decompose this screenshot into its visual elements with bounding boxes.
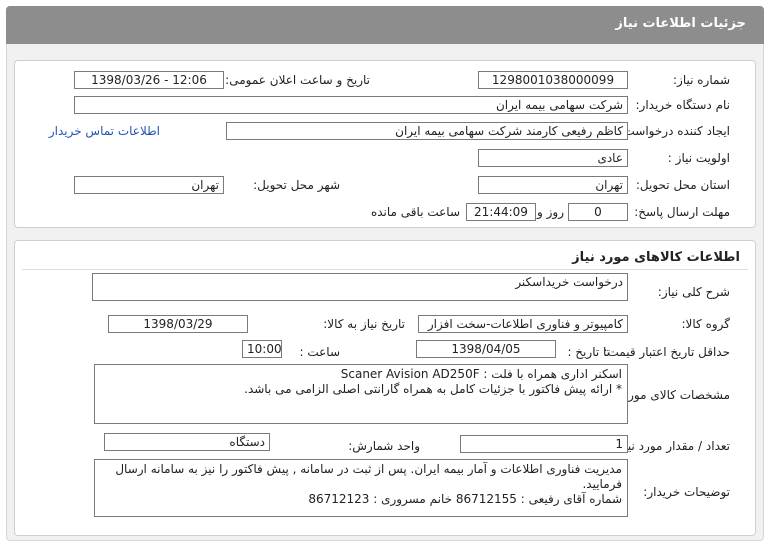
summary-field[interactable]: درخواست خریداسکنر [92, 273, 628, 301]
notes-line-2: شماره آقای رفیعی : 86712155 خانم مسروری … [308, 492, 622, 506]
city-label: شهر محل تحویل: [253, 178, 340, 192]
priority-label: اولویت نیاز : [667, 151, 730, 165]
notes-label: توضیحات خریدار: [643, 485, 730, 499]
validity-time-label: ساعت : [299, 345, 340, 359]
notes-line-1: مدیریت فناوری اطلاعات و آمار بیمه ایران.… [115, 462, 622, 491]
group-field[interactable]: کامپیوتر و فناوری اطلاعات-سخت افزار [418, 315, 628, 333]
validity-date-field[interactable]: 1398/04/05 [416, 340, 556, 358]
buyer-contact-link[interactable]: اطلاعات تماس خریدار [49, 124, 160, 138]
specs-line-1: اسکنر اداری همراه با فلت : Scaner Avisio… [340, 367, 622, 381]
days-field[interactable]: 0 [568, 203, 628, 221]
buyer-org-field[interactable]: شرکت سهامی بیمه ایران [74, 96, 628, 114]
group-label: گروه کالا: [681, 317, 731, 331]
need-number-field[interactable]: 1298001038000099 [478, 71, 628, 89]
province-field[interactable]: تهران [478, 176, 628, 194]
unit-label: واحد شمارش: [348, 439, 420, 453]
announce-field[interactable]: 1398/03/26 - 12:06 [74, 71, 224, 89]
specs-line-2: * ارائه پیش فاکتور با جزئیات کامل به همر… [244, 382, 622, 396]
need-date-field[interactable]: 1398/03/29 [108, 315, 248, 333]
province-label: استان محل تحویل: [635, 178, 730, 192]
goods-divider [22, 269, 748, 270]
time-left-field[interactable]: 21:44:09 [466, 203, 536, 221]
need-date-label: تاریخ نیاز به کالا: [323, 317, 405, 331]
city-field[interactable]: تهران [74, 176, 224, 194]
to-date-label: تا تاریخ : [567, 345, 610, 359]
creator-label: ایجاد کننده درخواست: [619, 124, 730, 138]
validity-label: حداقل تاریخ اعتبار قیمت: [603, 345, 730, 359]
summary-label: شرح کلی نیاز: [657, 285, 730, 299]
creator-field[interactable]: کاظم رفیعی کارمند شرکت سهامی بیمه ایران [226, 122, 628, 140]
priority-field[interactable]: عادی [478, 149, 628, 167]
specs-field[interactable]: اسکنر اداری همراه با فلت : Scaner Avisio… [94, 364, 628, 424]
buyer-org-label: نام دستگاه خریدار: [635, 98, 731, 112]
qty-label: تعداد / مقدار مورد نیاز: [614, 439, 730, 453]
qty-field[interactable]: 1 [460, 435, 628, 453]
page-title: جزئیات اطلاعات نیاز [615, 16, 746, 31]
notes-field[interactable]: مدیریت فناوری اطلاعات و آمار بیمه ایران.… [94, 459, 628, 517]
announce-label: تاریخ و ساعت اعلان عمومی: [225, 73, 370, 87]
title-bar: جزئیات اطلاعات نیاز [6, 6, 764, 44]
days-label: روز و [537, 205, 564, 219]
unit-field[interactable]: دستگاه [104, 433, 270, 451]
validity-time-field[interactable]: 10:00 [242, 340, 282, 358]
goods-section-title: اطلاعات کالاهای مورد نیاز [572, 250, 740, 265]
need-number-label: شماره نیاز: [673, 73, 730, 87]
deadline-label: مهلت ارسال پاسخ: [634, 205, 730, 219]
time-left-label: ساعت باقی مانده [370, 205, 460, 219]
